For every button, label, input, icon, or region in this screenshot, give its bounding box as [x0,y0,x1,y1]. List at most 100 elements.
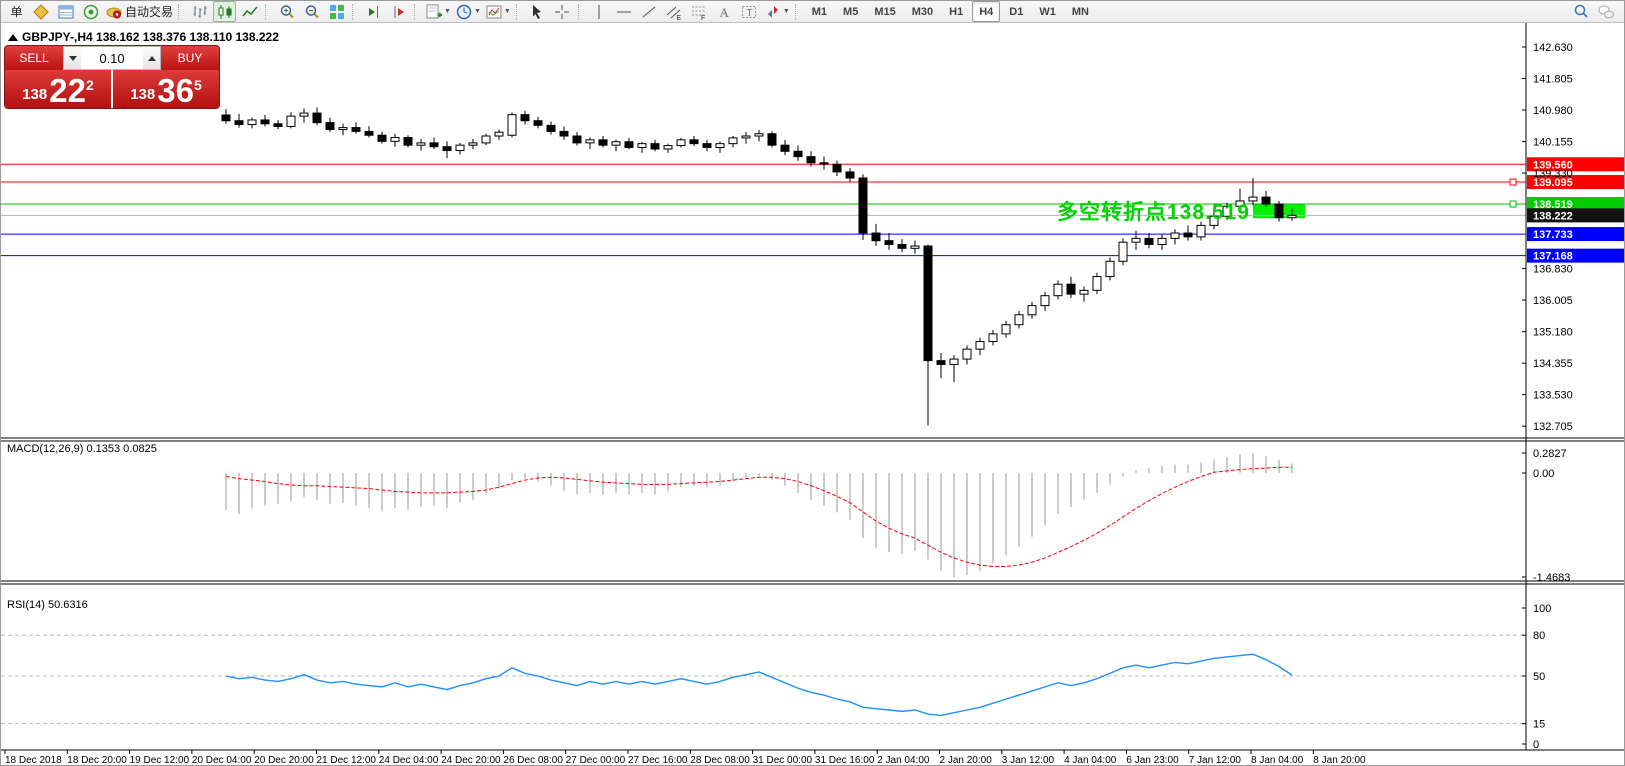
mt4-terminal-window: 单自动交易▼▼▼EFAT▼M1M5M15M30H1H4D1W1MN 142.63… [0,0,1625,766]
label-button[interactable]: T [738,1,761,22]
svg-text:136.005: 136.005 [1533,295,1573,307]
data-window-button[interactable] [54,1,77,22]
period-button[interactable]: ▼ [454,1,482,22]
tile-windows-icon [328,3,346,21]
chart-shift-icon [365,3,383,21]
svg-text:100: 100 [1533,603,1551,615]
svg-text:139.560: 139.560 [1533,159,1573,171]
auto-scroll-button[interactable] [387,1,410,22]
candle-chart-button[interactable] [213,1,236,22]
chat-button[interactable] [1594,1,1617,22]
cursor-icon [528,3,546,21]
sell-price-pips: 22 [49,76,86,106]
svg-text:137.168: 137.168 [1533,251,1573,263]
timeframe-m1-button[interactable]: M1 [805,1,834,22]
auto-scroll-icon [390,3,408,21]
svg-text:28 Dec 08:00: 28 Dec 08:00 [690,755,750,766]
auto-trading-button[interactable]: 自动交易 [104,1,174,22]
svg-text:137.733: 137.733 [1533,229,1573,241]
tile-windows-button[interactable] [325,1,348,22]
buy-price-big: 138 [130,86,155,103]
sell-price-display[interactable]: 138 22 2 [5,70,111,108]
text-button[interactable]: A [713,1,736,22]
svg-text:26 Dec 08:00: 26 Dec 08:00 [503,755,563,766]
arrows-icon [764,3,782,21]
signal-button[interactable] [79,1,102,22]
trend-line-button[interactable] [638,1,661,22]
timeframe-m30-button[interactable]: M30 [905,1,940,22]
collapse-triangle-icon[interactable] [8,34,18,41]
buy-price-fraction: 5 [194,77,202,93]
toolbar-separator [352,4,358,20]
timeframe-m15-button[interactable]: M15 [867,1,902,22]
chart-canvas[interactable]: 142.630141.805140.980140.155139.330136.8… [1,23,1625,766]
line-chart-icon [241,3,259,21]
arrows-button[interactable]: ▼ [763,1,791,22]
svg-text:80: 80 [1533,630,1545,642]
chart-shift-button[interactable] [362,1,385,22]
new-chart-button[interactable]: ▼ [424,1,452,22]
buy-button[interactable]: BUY [161,46,219,70]
sell-price-fraction: 2 [86,77,94,93]
label-icon: T [740,3,758,21]
toolbar-separator [795,4,801,20]
bar-chart-button[interactable] [188,1,211,22]
channel-icon: E [665,3,683,21]
svg-text:31 Dec 00:00: 31 Dec 00:00 [753,755,813,766]
candle-chart-icon [216,3,234,21]
vertical-line-button[interactable] [588,1,611,22]
volume-input[interactable] [81,47,143,69]
svg-text:A: A [720,5,730,20]
search-button[interactable] [1569,1,1592,22]
svg-text:134.355: 134.355 [1533,358,1573,370]
arrow-down-icon [69,56,77,61]
svg-text:136.830: 136.830 [1533,264,1573,276]
new-order-button[interactable]: 单 [4,1,27,22]
timeframe-h1-button[interactable]: H1 [942,1,970,22]
volume-increase-button[interactable] [143,47,160,69]
auto-trading-icon [105,3,123,21]
fibonacci-button[interactable]: F [688,1,711,22]
zoom-in-icon [278,3,296,21]
horizontal-line-button[interactable] [613,1,636,22]
svg-text:2 Jan 04:00: 2 Jan 04:00 [877,755,930,766]
svg-text:21 Dec 12:00: 21 Dec 12:00 [317,755,377,766]
timeframe-w1-button[interactable]: W1 [1032,1,1063,22]
svg-text:20 Dec 04:00: 20 Dec 04:00 [192,755,252,766]
vertical-line-icon [590,3,608,21]
timeframe-d1-button[interactable]: D1 [1002,1,1030,22]
symbol-ohlc-line: GBPJPY-,H4 138.162 138.376 138.110 138.2… [8,30,279,44]
timeframe-mn-button[interactable]: MN [1065,1,1096,22]
line-handle-marker[interactable] [1510,201,1516,207]
buy-price-display[interactable]: 138 36 5 [113,70,219,108]
crosshair-button[interactable] [551,1,574,22]
cursor-button[interactable] [526,1,549,22]
svg-text:140.980: 140.980 [1533,105,1573,117]
search-icon [1572,3,1590,21]
template-button[interactable]: ▼ [484,1,512,22]
svg-text:0.00: 0.00 [1533,468,1554,480]
timeframe-h4-button[interactable]: H4 [972,1,1000,22]
template-icon [485,3,503,21]
svg-text:24 Dec 20:00: 24 Dec 20:00 [441,755,501,766]
dropdown-caret-icon: ▼ [444,8,451,15]
signal-icon [82,3,100,21]
line-handle-marker[interactable] [1510,179,1516,185]
channel-button[interactable]: E [663,1,686,22]
svg-text:15: 15 [1533,719,1545,731]
zoom-out-icon [303,3,321,21]
svg-text:E: E [677,15,682,21]
svg-text:4 Jan 04:00: 4 Jan 04:00 [1064,755,1117,766]
svg-text:142.630: 142.630 [1533,42,1573,54]
sell-button[interactable]: SELL [5,46,63,70]
volume-decrease-button[interactable] [64,47,81,69]
zoom-in-button[interactable] [275,1,298,22]
market-watch-button[interactable] [29,1,52,22]
timeframe-m5-button[interactable]: M5 [836,1,865,22]
zoom-out-button[interactable] [300,1,323,22]
data-window-icon [57,3,75,21]
line-chart-button[interactable] [238,1,261,22]
svg-text:135.180: 135.180 [1533,327,1573,339]
turning-point-annotation: 多空转折点138.519 [1057,196,1250,226]
svg-text:140.155: 140.155 [1533,137,1573,149]
